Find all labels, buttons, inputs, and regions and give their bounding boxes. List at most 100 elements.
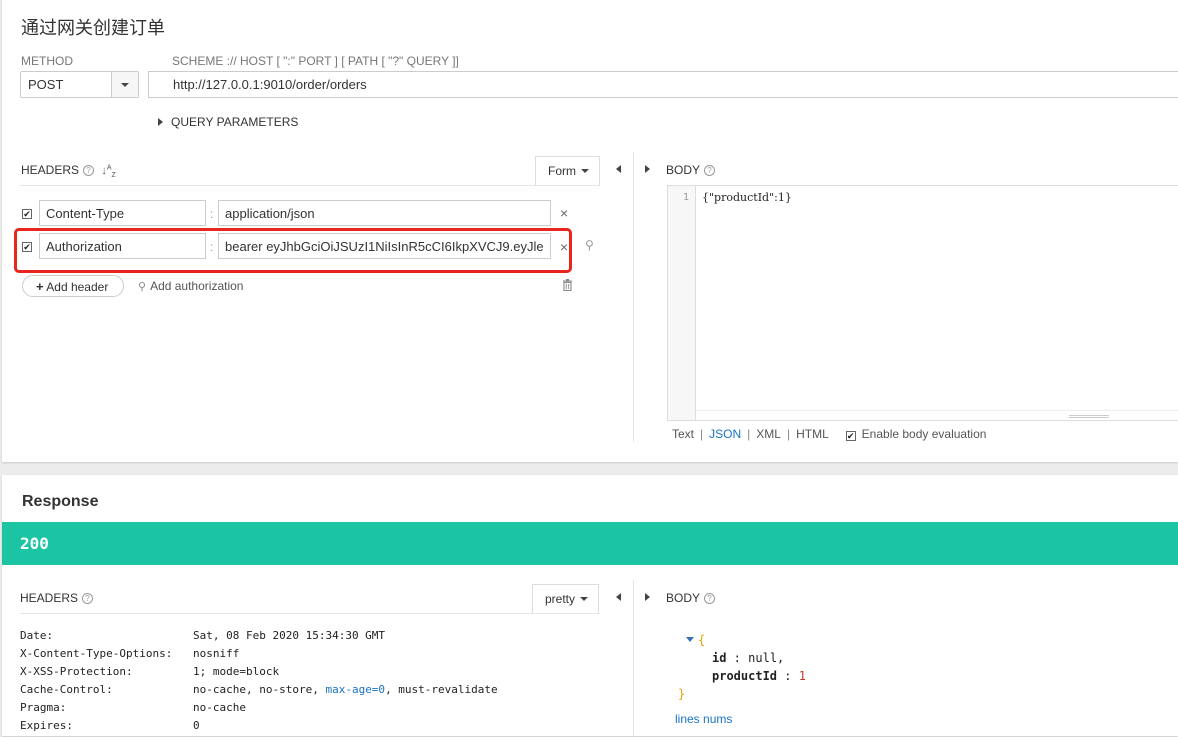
header-value-part: no-cache, no-store, bbox=[193, 683, 326, 696]
plus-icon: + bbox=[36, 279, 44, 294]
response-json-view: { id : null, productId : 1 } bbox=[674, 633, 806, 705]
help-icon[interactable]: ? bbox=[704, 165, 716, 176]
response-headers-label: HEADERS bbox=[20, 591, 79, 605]
request-panel: 通过网关创建订单 METHOD SCHEME :// HOST [ ":" PO… bbox=[2, 0, 1178, 462]
json-trail: , bbox=[777, 651, 785, 665]
format-json[interactable]: JSON bbox=[709, 427, 741, 441]
json-value: null bbox=[748, 651, 778, 665]
request-title: 通过网关创建订单 bbox=[21, 18, 165, 38]
header-key: Pragma: bbox=[20, 701, 67, 714]
add-header-button[interactable]: + Add header bbox=[22, 275, 124, 297]
status-bar: 200 bbox=[2, 522, 1178, 565]
format-text[interactable]: Text bbox=[672, 427, 694, 441]
enable-body-evaluation-label: Enable body evaluation bbox=[861, 427, 987, 441]
key-icon[interactable]: ⚲ bbox=[585, 238, 594, 252]
header-name-input[interactable]: Content-Type bbox=[39, 200, 206, 226]
collapse-right-icon[interactable] bbox=[645, 165, 650, 173]
header-value: Sat, 08 Feb 2020 15:34:30 GMT bbox=[193, 629, 386, 642]
format-xml[interactable]: XML bbox=[756, 427, 781, 441]
response-panel: Response 200 HEADERS? pretty Date: Sat, 0… bbox=[2, 475, 1178, 736]
status-code: 200 bbox=[20, 534, 49, 553]
json-sep: : bbox=[726, 651, 749, 665]
highlight-box bbox=[14, 228, 572, 273]
body-label: BODY bbox=[666, 163, 701, 177]
query-parameters-toggle[interactable]: QUERY PARAMETERS bbox=[158, 115, 298, 129]
divider bbox=[20, 185, 600, 186]
body-heading: BODY? bbox=[666, 163, 716, 177]
method-label: METHOD bbox=[21, 54, 73, 68]
json-field: id : null, bbox=[674, 651, 806, 669]
header-value: no-cache, no-store, max-age=0, must-reva… bbox=[193, 683, 498, 696]
body-code[interactable]: {"productId":1} bbox=[702, 191, 792, 204]
enable-body-evaluation-checkbox[interactable]: ✔ bbox=[845, 431, 856, 441]
collapse-right-icon[interactable] bbox=[645, 593, 650, 601]
header-value-part: , must-revalidate bbox=[385, 683, 498, 696]
help-icon[interactable]: ? bbox=[82, 593, 94, 604]
response-title: Response bbox=[22, 493, 99, 510]
divider bbox=[20, 613, 600, 614]
body-format-bar: Text | JSON | XML | HTML ✔ Enable body evaluati… bbox=[672, 427, 987, 441]
body-editor[interactable]: 1 {"productId":1} bbox=[667, 185, 1178, 421]
format-html[interactable]: HTML bbox=[796, 427, 828, 441]
scrollbar-track bbox=[696, 410, 1178, 411]
add-authorization-label: Add authorization bbox=[150, 279, 244, 293]
method-dropdown-button[interactable] bbox=[111, 72, 138, 97]
chevron-down-icon bbox=[121, 83, 129, 87]
trash-icon[interactable] bbox=[562, 279, 573, 291]
json-object-close: } bbox=[674, 687, 806, 705]
header-key: X-Content-Type-Options: bbox=[20, 647, 173, 660]
method-value: POST bbox=[28, 77, 64, 92]
resize-handle[interactable] bbox=[1069, 415, 1109, 418]
query-parameters-label: QUERY PARAMETERS bbox=[171, 115, 299, 129]
pretty-label: pretty bbox=[545, 592, 576, 606]
chevron-down-icon bbox=[580, 597, 589, 601]
json-object-open[interactable]: { bbox=[674, 633, 806, 651]
form-label: Form bbox=[548, 164, 576, 178]
header-value-input[interactable]: application/json bbox=[218, 200, 551, 226]
close-icon[interactable]: × bbox=[560, 205, 568, 221]
help-icon[interactable]: ? bbox=[83, 165, 95, 176]
sort-icon[interactable]: ↓AZ bbox=[101, 164, 115, 179]
header-key: X-XSS-Protection: bbox=[20, 665, 133, 678]
json-key: id bbox=[712, 651, 727, 665]
chevron-down-icon bbox=[581, 169, 589, 173]
json-value: 1 bbox=[798, 669, 806, 683]
response-body-label: BODY bbox=[666, 591, 701, 605]
key-icon: ⚲ bbox=[138, 281, 147, 293]
header-value: no-cache bbox=[193, 701, 246, 714]
url-input[interactable]: http://127.0.0.1:9010/order/orders bbox=[148, 71, 1178, 98]
help-icon[interactable]: ? bbox=[704, 593, 716, 604]
headers-label: HEADERS bbox=[21, 163, 80, 177]
lines-nums-link[interactable]: lines nums bbox=[675, 712, 732, 726]
line-number-gutter: 1 bbox=[668, 186, 696, 420]
header-value: nosniff bbox=[193, 647, 240, 660]
collapse-left-icon[interactable] bbox=[616, 593, 621, 601]
headers-heading: HEADERS? ↓AZ bbox=[21, 163, 116, 179]
pretty-dropdown-button[interactable]: pretty bbox=[532, 584, 599, 613]
json-brace: } bbox=[678, 687, 686, 701]
form-dropdown-button[interactable]: Form bbox=[535, 156, 600, 185]
header-value: 1; mode=block bbox=[193, 665, 280, 678]
json-key: productId bbox=[712, 669, 778, 683]
collapse-arrow-icon[interactable] bbox=[686, 637, 694, 642]
header-checkbox[interactable]: ✔ bbox=[22, 209, 32, 219]
response-headers-heading: HEADERS? bbox=[20, 591, 94, 605]
colon-separator: : bbox=[210, 207, 214, 221]
expand-arrow-icon bbox=[158, 118, 163, 126]
header-value-link[interactable]: max-age=0 bbox=[325, 683, 385, 696]
header-value: 0 bbox=[193, 719, 200, 732]
url-scheme-label: SCHEME :// HOST [ ":" PORT ] [ PATH [ "?… bbox=[172, 54, 459, 68]
add-header-label: Add header bbox=[46, 280, 109, 294]
method-select[interactable]: POST bbox=[20, 71, 139, 98]
json-brace: { bbox=[698, 633, 706, 647]
response-body-heading: BODY? bbox=[666, 591, 716, 605]
divider bbox=[633, 580, 634, 736]
json-sep: : bbox=[777, 669, 799, 683]
header-key: Cache-Control: bbox=[20, 683, 113, 696]
header-key: Date: bbox=[20, 629, 54, 642]
divider bbox=[633, 152, 634, 442]
collapse-left-icon[interactable] bbox=[616, 165, 621, 173]
json-field: productId : 1 bbox=[674, 669, 806, 687]
add-authorization-button[interactable]: ⚲ Add authorization bbox=[138, 279, 243, 293]
header-key: Expires: bbox=[20, 719, 73, 732]
